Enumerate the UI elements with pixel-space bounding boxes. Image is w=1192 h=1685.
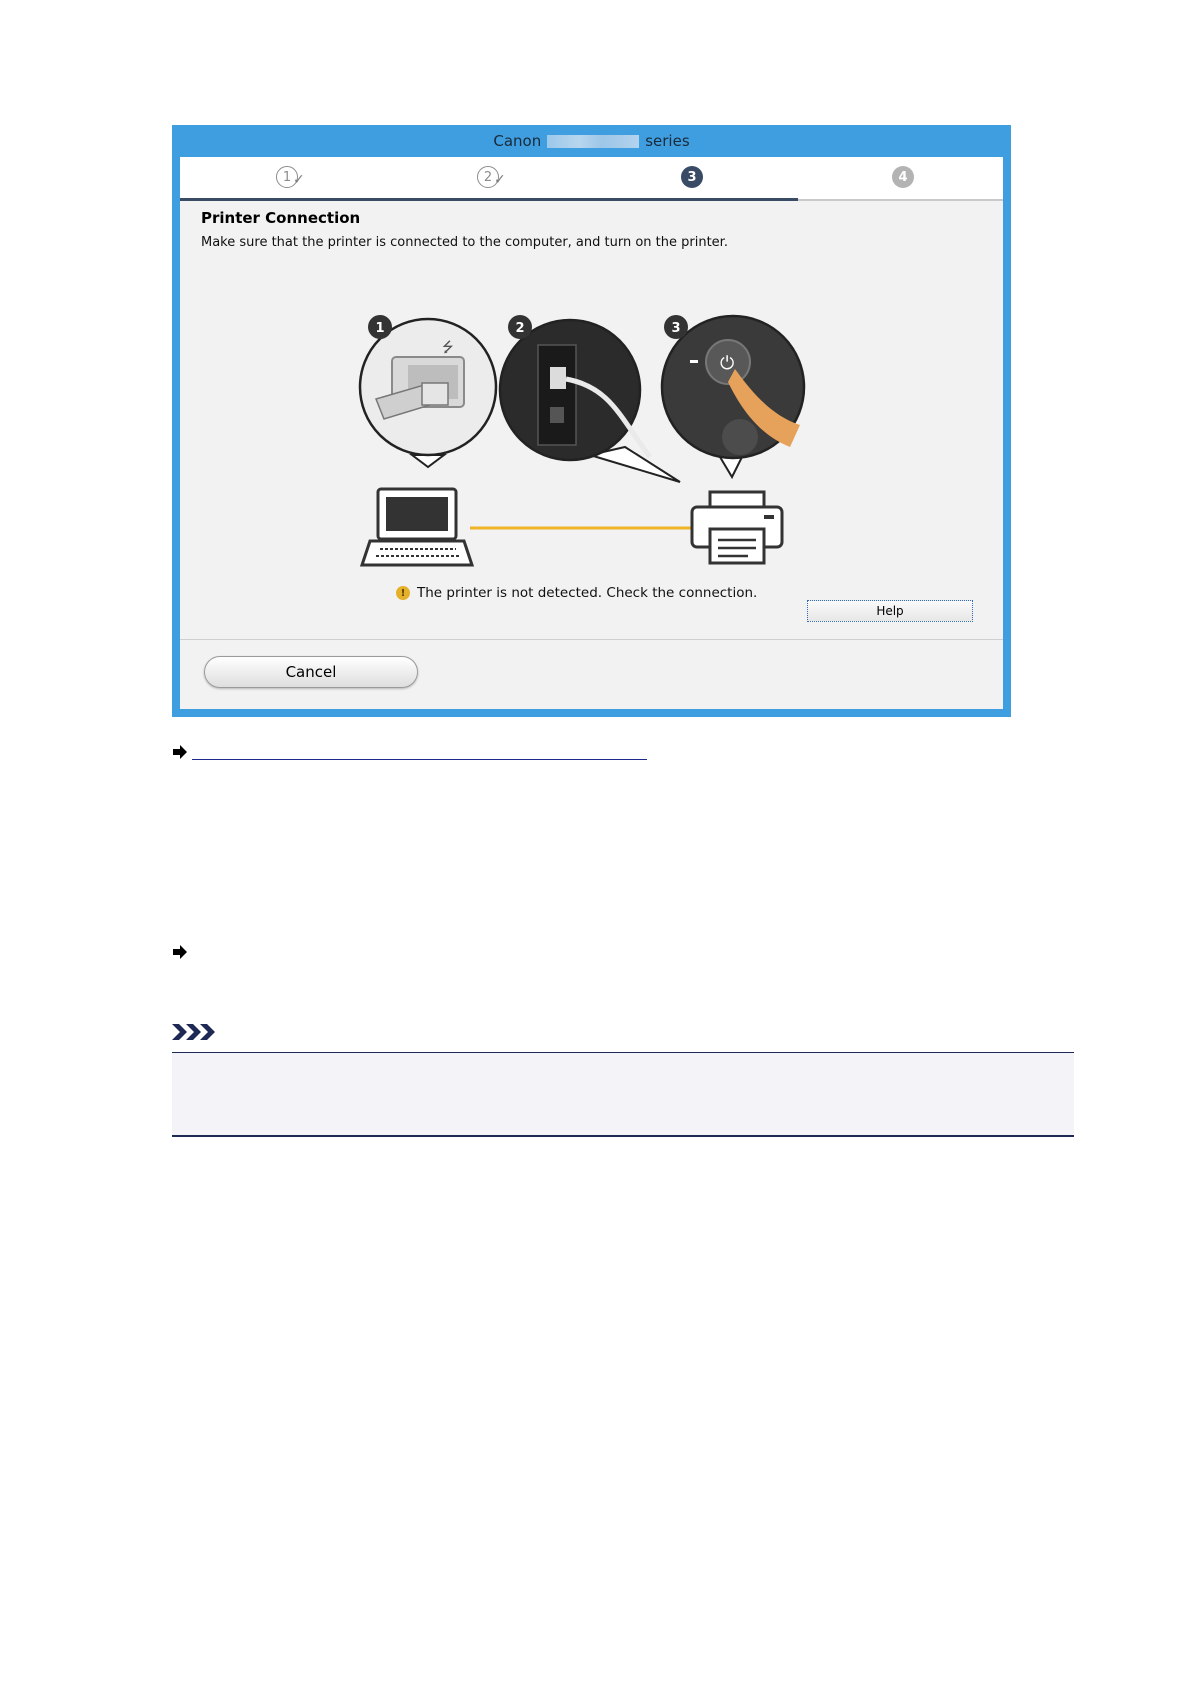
arrow-right-icon	[173, 744, 187, 759]
rear-port-callout	[498, 318, 681, 483]
redacted-model-name	[547, 134, 640, 148]
dialog-content: 1 ✓ 2 ✓ 3 4 Printer Connection Make sure…	[180, 157, 1003, 709]
help-button[interactable]: Help	[807, 600, 973, 622]
footer-divider	[180, 639, 1003, 640]
setup-dialog: Canon series 1 ✓ 2 ✓ 3 4 Printer Connect…	[172, 125, 1011, 717]
instruction-text: Make sure that the printer is connected …	[201, 235, 728, 250]
page-heading: Printer Connection	[201, 209, 361, 227]
related-link[interactable]	[172, 743, 647, 760]
warning-icon: !	[396, 586, 410, 600]
svg-text:⏻: ⏻	[720, 353, 734, 374]
cancel-button[interactable]: Cancel	[204, 656, 418, 688]
status-message: ! The printer is not detected. Check the…	[396, 585, 757, 601]
printer-icon	[690, 490, 784, 565]
svg-text:⭍: ⭍	[442, 340, 454, 356]
step-1-check-icon: ✓	[293, 172, 305, 188]
callout-badge-2-label: 2	[515, 321, 524, 336]
window-title: Canon series	[172, 125, 1011, 157]
callout-badge-1-label: 1	[375, 321, 384, 336]
step-2-check-icon: ✓	[494, 172, 506, 188]
connection-illustration: ⭍ ⏻ 1 2 3	[358, 314, 806, 567]
related-link-underline[interactable]	[192, 743, 647, 760]
title-prefix: Canon	[493, 132, 542, 150]
title-suffix: series	[645, 132, 690, 150]
note-chevrons-icon	[172, 1024, 215, 1040]
arrow-right-icon	[173, 945, 187, 959]
laptop-icon	[359, 487, 475, 567]
power-button-callout: ⏻	[660, 314, 806, 480]
status-message-text: The printer is not detected. Check the c…	[417, 585, 758, 601]
note-box	[172, 1052, 1074, 1137]
usb-port-callout: ⭍	[358, 317, 498, 469]
step-indicator: 1 ✓ 2 ✓ 3 4	[180, 157, 1003, 201]
step-3-indicator: 3	[681, 166, 703, 188]
step-4-indicator: 4	[892, 166, 914, 188]
callout-badge-3-label: 3	[671, 321, 680, 336]
step-progress-bar	[180, 198, 798, 201]
